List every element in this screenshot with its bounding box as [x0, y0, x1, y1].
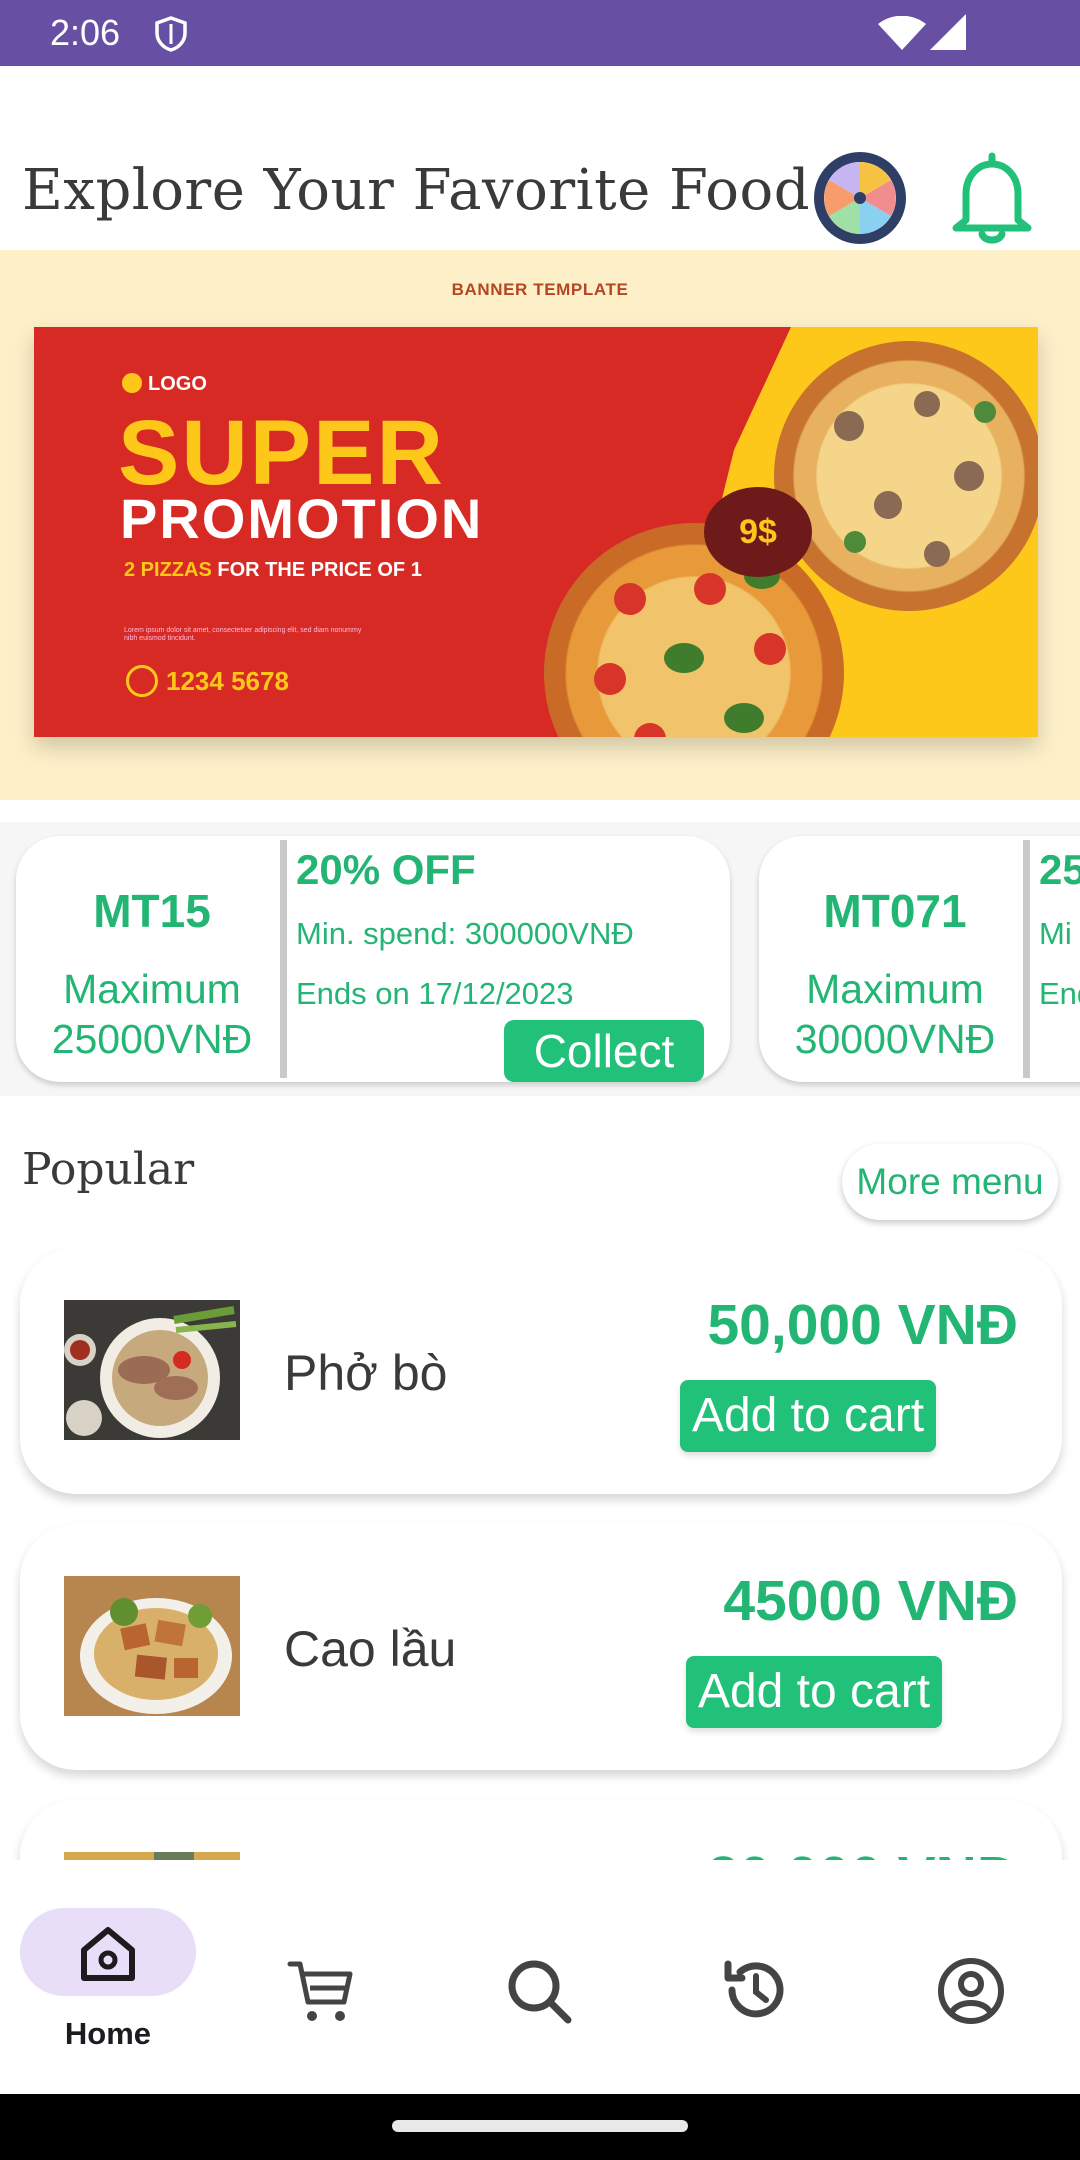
promo-banner-area: BANNER TEMPLATE LOGO SUPER PROMOTION 2 P… [0, 250, 1080, 800]
logo-dot-icon [122, 373, 142, 393]
cart-icon [287, 1961, 353, 2021]
banner-offer-count: 2 PIZZAS [124, 559, 212, 581]
food-name: Phở bò [284, 1345, 448, 1401]
home-icon [81, 1927, 135, 1981]
banner-headline-2: PROMOTION [120, 487, 484, 550]
notifications-button[interactable] [946, 150, 1038, 246]
voucher-min-spend: Min. spend: 300000VNĐ [296, 916, 634, 951]
voucher-discount: 20% OFF [296, 846, 476, 893]
food-thumbnail [64, 1576, 240, 1716]
nav-home-label: Home [64, 2016, 152, 2051]
bottom-navigation: Home [0, 1862, 1080, 2094]
banner-caption: BANNER TEMPLATE [451, 280, 629, 299]
history-icon [724, 1960, 784, 2018]
voucher-expiry: End [1039, 976, 1080, 1011]
nav-search[interactable] [458, 1908, 638, 2038]
pizza-image [774, 341, 1038, 611]
cao-lau-bowl-image [64, 1576, 240, 1716]
wifi-icon [878, 16, 926, 50]
nav-history[interactable] [674, 1908, 854, 2038]
voucher-max: Maximum 30000VNĐ [759, 964, 1031, 1064]
voucher-divider [1023, 840, 1030, 1078]
voucher-card: MT071 Maximum30000VNĐ 25 Mi End [759, 836, 1080, 1082]
banner-price-tag: 9$ [704, 487, 812, 577]
banner-logo-text: LOGO [148, 373, 207, 395]
voucher-code: MT15 [93, 885, 211, 937]
voucher-card: MT15 Maximum 25000VNĐ 20% OFF Min. spend:… [16, 836, 730, 1082]
food-thumbnail [64, 1852, 240, 1860]
banner-phone-number: 1234 5678 [166, 666, 289, 696]
nav-cart[interactable] [240, 1908, 420, 2038]
banner-fine-print: Lorem ipsum dolor sit amet, consectetuer… [124, 627, 362, 643]
bell-icon [952, 152, 1032, 244]
nav-profile[interactable] [890, 1908, 1070, 2038]
add-to-cart-button[interactable]: Add to cart [686, 1656, 942, 1728]
food-card[interactable]: 30,000 VNĐ [20, 1800, 1062, 1860]
banner-headline-1: SUPER [118, 402, 445, 504]
status-bar: 2:06 [0, 0, 1080, 66]
promo-banner[interactable]: LOGO SUPER PROMOTION 2 PIZZAS FOR THE PR… [34, 327, 1038, 737]
voucher-min-spend: Mi [1039, 916, 1072, 951]
popular-food-list[interactable]: Phở bò 50,000 VNĐ Add to cart Cao lầu 45… [0, 1248, 1080, 1860]
food-price: 45000 VNĐ [723, 1569, 1018, 1633]
page-title: Explore Your Favorite Food [22, 158, 811, 223]
system-navigation-bar [0, 2094, 1080, 2160]
voucher-max: Maximum 25000VNĐ [16, 964, 288, 1064]
lucky-wheel-button[interactable] [814, 152, 906, 244]
section-title-popular: Popular [22, 1144, 195, 1195]
voucher-divider [280, 840, 287, 1078]
phone-icon [126, 665, 158, 697]
search-icon [508, 1960, 572, 2024]
voucher-discount: 25 [1039, 846, 1080, 893]
food-card[interactable]: Cao lầu 45000 VNĐ Add to cart [20, 1524, 1062, 1770]
add-to-cart-button[interactable]: Add to cart [680, 1380, 936, 1452]
voucher-expiry: Ends on 17/12/2023 [296, 976, 574, 1011]
signal-icon [930, 14, 966, 50]
voucher-max-value: 25000VNĐ [51, 1016, 253, 1062]
food-price: 50,000 VNĐ [707, 1293, 1018, 1357]
food-thumbnail [64, 1300, 240, 1440]
lucky-wheel-icon [816, 154, 904, 242]
food-image [64, 1852, 240, 1860]
status-time: 2:06 [50, 12, 121, 53]
profile-icon [938, 1958, 1004, 2024]
voucher-max-label: Maximum [63, 966, 241, 1012]
banner-phone: 1234 5678 [126, 665, 289, 697]
shield-icon [155, 16, 187, 52]
nav-home[interactable]: Home [20, 1908, 200, 2051]
banner-logo: LOGO [122, 373, 207, 396]
home-gesture-handle[interactable] [392, 2120, 688, 2132]
banner-offer: 2 PIZZAS FOR THE PRICE OF 1 [124, 559, 422, 582]
food-price: 30,000 VNĐ [707, 1844, 1018, 1860]
food-card[interactable]: Phở bò 50,000 VNĐ Add to cart [20, 1248, 1062, 1494]
collect-button[interactable]: Collect [504, 1020, 704, 1082]
voucher-max-value: 30000VNĐ [794, 1016, 996, 1062]
voucher-code: MT071 [823, 885, 967, 937]
voucher-max-label: Maximum [806, 966, 984, 1012]
food-name: Cao lầu [284, 1621, 457, 1677]
pho-bowl-image [64, 1300, 240, 1440]
voucher-carousel[interactable]: MT15 Maximum 25000VNĐ 20% OFF Min. spend:… [0, 822, 1080, 1096]
banner-offer-rest: FOR THE PRICE OF 1 [217, 559, 422, 581]
more-menu-button[interactable]: More menu [842, 1144, 1058, 1220]
